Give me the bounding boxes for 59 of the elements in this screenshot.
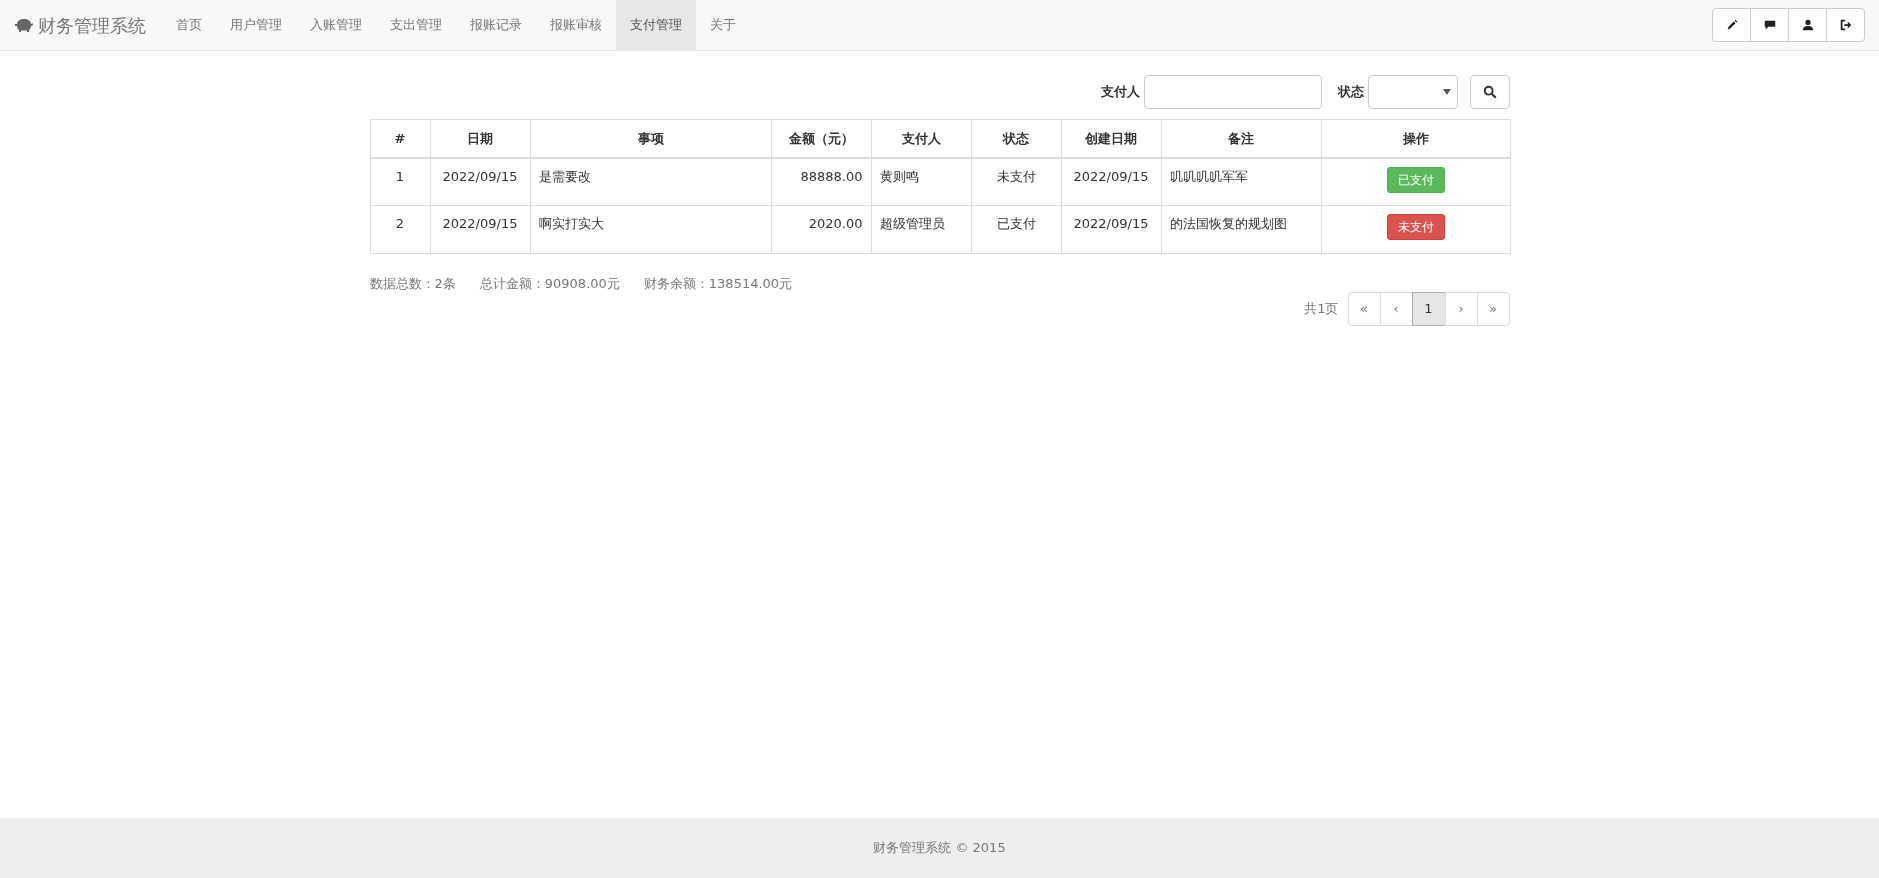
brand-title[interactable]: 财务管理系统 (38, 11, 146, 39)
summary-text: 数据总数：2条 (369, 275, 456, 293)
footer-text: 财务管理系统 © 2015 (873, 839, 1006, 858)
summary-text: 财务余额：138514.00元 (643, 275, 793, 293)
speech-bubble-icon (1762, 18, 1777, 32)
nav-link[interactable]: 入账管理 (296, 0, 376, 50)
piggy-bank-icon (14, 18, 34, 32)
logout-icon (1838, 18, 1853, 32)
column-header: 支付人 (871, 119, 971, 158)
nav-link[interactable]: 报账记录 (456, 0, 536, 50)
column-header: 日期 (430, 119, 530, 158)
nav-link[interactable]: 用户管理 (216, 0, 296, 50)
user-button[interactable] (1788, 8, 1827, 42)
status-action-button[interactable]: 已支付 (1386, 166, 1445, 193)
table-cell: 2022/09/15 (1061, 205, 1161, 254)
nav-link[interactable]: 支出管理 (376, 0, 456, 50)
user-icon (1800, 18, 1815, 32)
column-header: 创建日期 (1061, 119, 1161, 158)
nav-link[interactable]: 报账审核 (536, 0, 616, 50)
search-icon (1482, 85, 1497, 99)
status-action-button[interactable]: 未支付 (1386, 214, 1445, 240)
table-cell: 黄则鸣 (871, 157, 971, 206)
table-cell: 是需要改 (530, 157, 771, 206)
table-cell: 2022/09/15 (430, 205, 530, 254)
table-cell: 未支付 (971, 157, 1061, 206)
table-cell: 2022/09/15 (430, 157, 530, 206)
page-link[interactable]: » (1476, 291, 1510, 326)
table-cell: 2022/09/15 (1061, 157, 1161, 206)
page-link[interactable]: › (1444, 291, 1478, 326)
column-header: 金额（元） (771, 119, 871, 158)
nav-link[interactable]: 首页 (162, 0, 216, 50)
column-header: 操作 (1321, 119, 1510, 158)
payer-input[interactable] (1143, 75, 1322, 109)
table-cell: 已支付 (971, 205, 1061, 254)
page-link[interactable]: ‹ (1379, 291, 1413, 326)
table-cell: 1 (370, 157, 430, 206)
logout-button[interactable] (1826, 8, 1865, 42)
column-header: 备注 (1161, 119, 1321, 158)
page-count: 共1页 (1304, 299, 1339, 318)
table-cell: 超级管理员 (871, 205, 971, 254)
table-cell: 叽叽叽叽军军 (1161, 157, 1321, 206)
column-header: # (370, 119, 430, 158)
page-link[interactable]: « (1347, 291, 1381, 326)
caret-icon (1442, 89, 1451, 95)
table-cell: 2 (370, 205, 430, 254)
field-label: 状态 (1337, 83, 1364, 102)
table-cell: 2020.00 (771, 205, 871, 254)
table-cell: 88888.00 (771, 157, 871, 206)
page-link[interactable]: 1 (1411, 291, 1446, 326)
field-label: 支付人 (1100, 83, 1140, 102)
summary-text: 总计金额：90908.00元 (479, 275, 620, 293)
search-button[interactable] (1469, 75, 1510, 109)
column-header: 状态 (971, 119, 1061, 158)
column-header: 事项 (530, 119, 771, 158)
nav-link[interactable]: 关于 (696, 0, 750, 50)
table-cell: 啊实打实大 (530, 205, 771, 254)
nav-link[interactable]: 支付管理 (616, 0, 696, 50)
speech-bubble-button[interactable] (1750, 8, 1789, 42)
table-cell: 的法国恢复的规划图 (1161, 205, 1321, 254)
